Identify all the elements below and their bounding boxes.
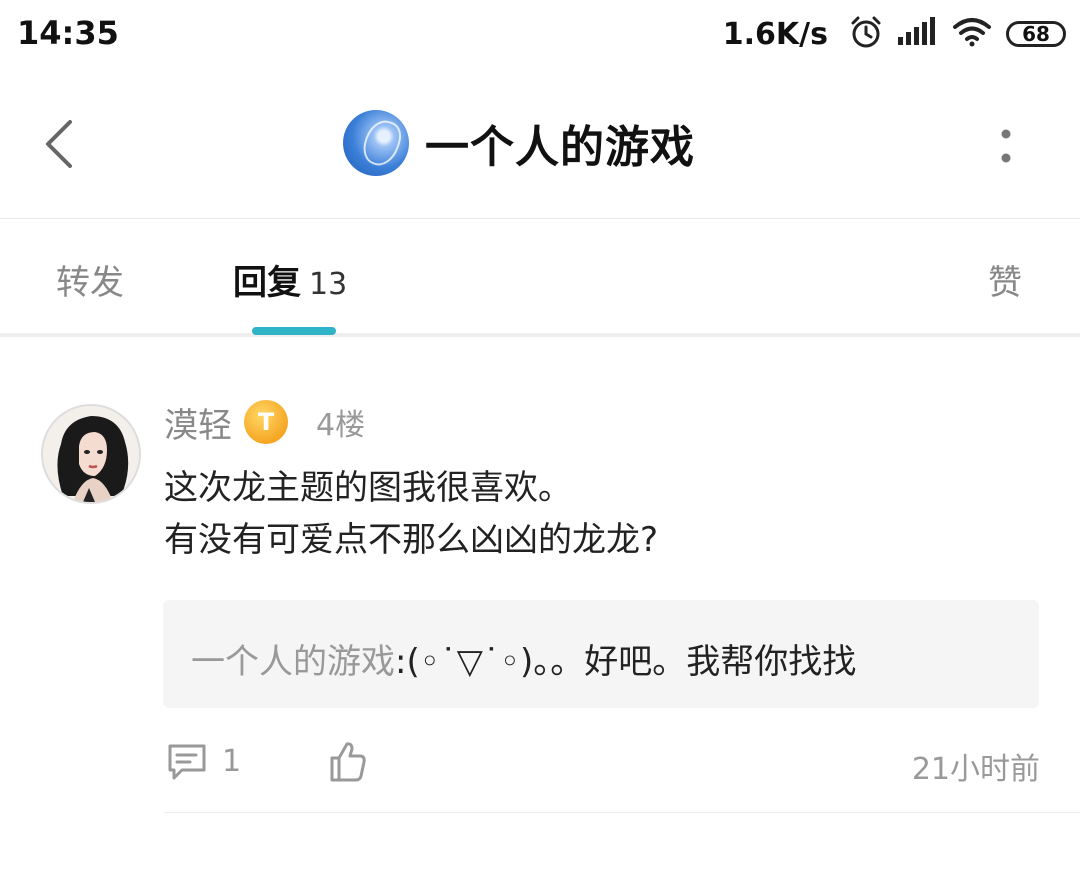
tab-reply[interactable]: 回复 13 <box>233 255 347 304</box>
user-avatar[interactable] <box>343 110 409 176</box>
back-arrow-icon <box>46 120 72 168</box>
alarm-icon <box>848 14 884 54</box>
username-row: 漠轻 T 4楼 <box>164 398 366 447</box>
sub-reply-text: :(◦˙▽˙◦)。。好吧。我帮你找找 <box>395 642 857 682</box>
wifi-icon <box>952 17 992 51</box>
floor-number: 4楼 <box>316 408 366 443</box>
page-title: 一个人的游戏 <box>425 122 695 173</box>
sub-reply-author[interactable]: 一个人的游戏 <box>191 642 395 682</box>
content-line-2: 有没有可爱点不那么凶凶的龙龙? <box>164 520 659 560</box>
username[interactable]: 漠轻 <box>164 398 232 447</box>
divider <box>164 812 1080 813</box>
title-group[interactable]: 一个人的游戏 <box>343 110 695 176</box>
content-line-1: 这次龙主题的图我很喜欢。 <box>164 468 572 508</box>
reply-content: 这次龙主题的图我很喜欢。 有没有可爱点不那么凶凶的龙龙? <box>164 462 658 566</box>
thumbs-up-icon[interactable] <box>328 740 368 788</box>
comment-count: 1 <box>222 744 242 779</box>
network-speed: 1.6K/s <box>722 16 828 52</box>
badge-letter: T <box>257 408 275 436</box>
back-button[interactable] <box>40 118 80 170</box>
more-button[interactable] <box>996 126 1016 166</box>
tab-bar: 转发 回复 13 赞 <box>0 219 1080 337</box>
battery-icon: 68 <box>1006 21 1066 47</box>
commenter-avatar[interactable] <box>41 404 141 504</box>
comment-icon[interactable] <box>166 742 208 786</box>
tab-reply-count: 13 <box>309 267 348 302</box>
more-vertical-icon <box>1001 129 1011 163</box>
portrait-image <box>43 406 139 502</box>
level-badge-icon: T <box>244 400 288 444</box>
action-bar: 1 21小时前 <box>164 740 1040 787</box>
tab-indicator <box>252 327 336 335</box>
status-bar: 14:35 1.6K/s 68 <box>0 0 1080 70</box>
tab-forward[interactable]: 转发 <box>56 255 124 304</box>
header: 一个人的游戏 <box>0 70 1080 219</box>
status-time: 14:35 <box>17 14 119 52</box>
sub-reply-box[interactable]: 一个人的游戏:(◦˙▽˙◦)。。好吧。我帮你找找 <box>163 600 1039 708</box>
signal-icon <box>896 17 940 51</box>
tab-reply-label: 回复 <box>233 263 301 303</box>
status-icons: 1.6K/s 68 <box>723 14 1066 54</box>
tab-like[interactable]: 赞 <box>988 255 1022 304</box>
timestamp: 21小时前 <box>911 752 1040 787</box>
sub-reply: 一个人的游戏:(◦˙▽˙◦)。。好吧。我帮你找找 <box>191 634 856 683</box>
